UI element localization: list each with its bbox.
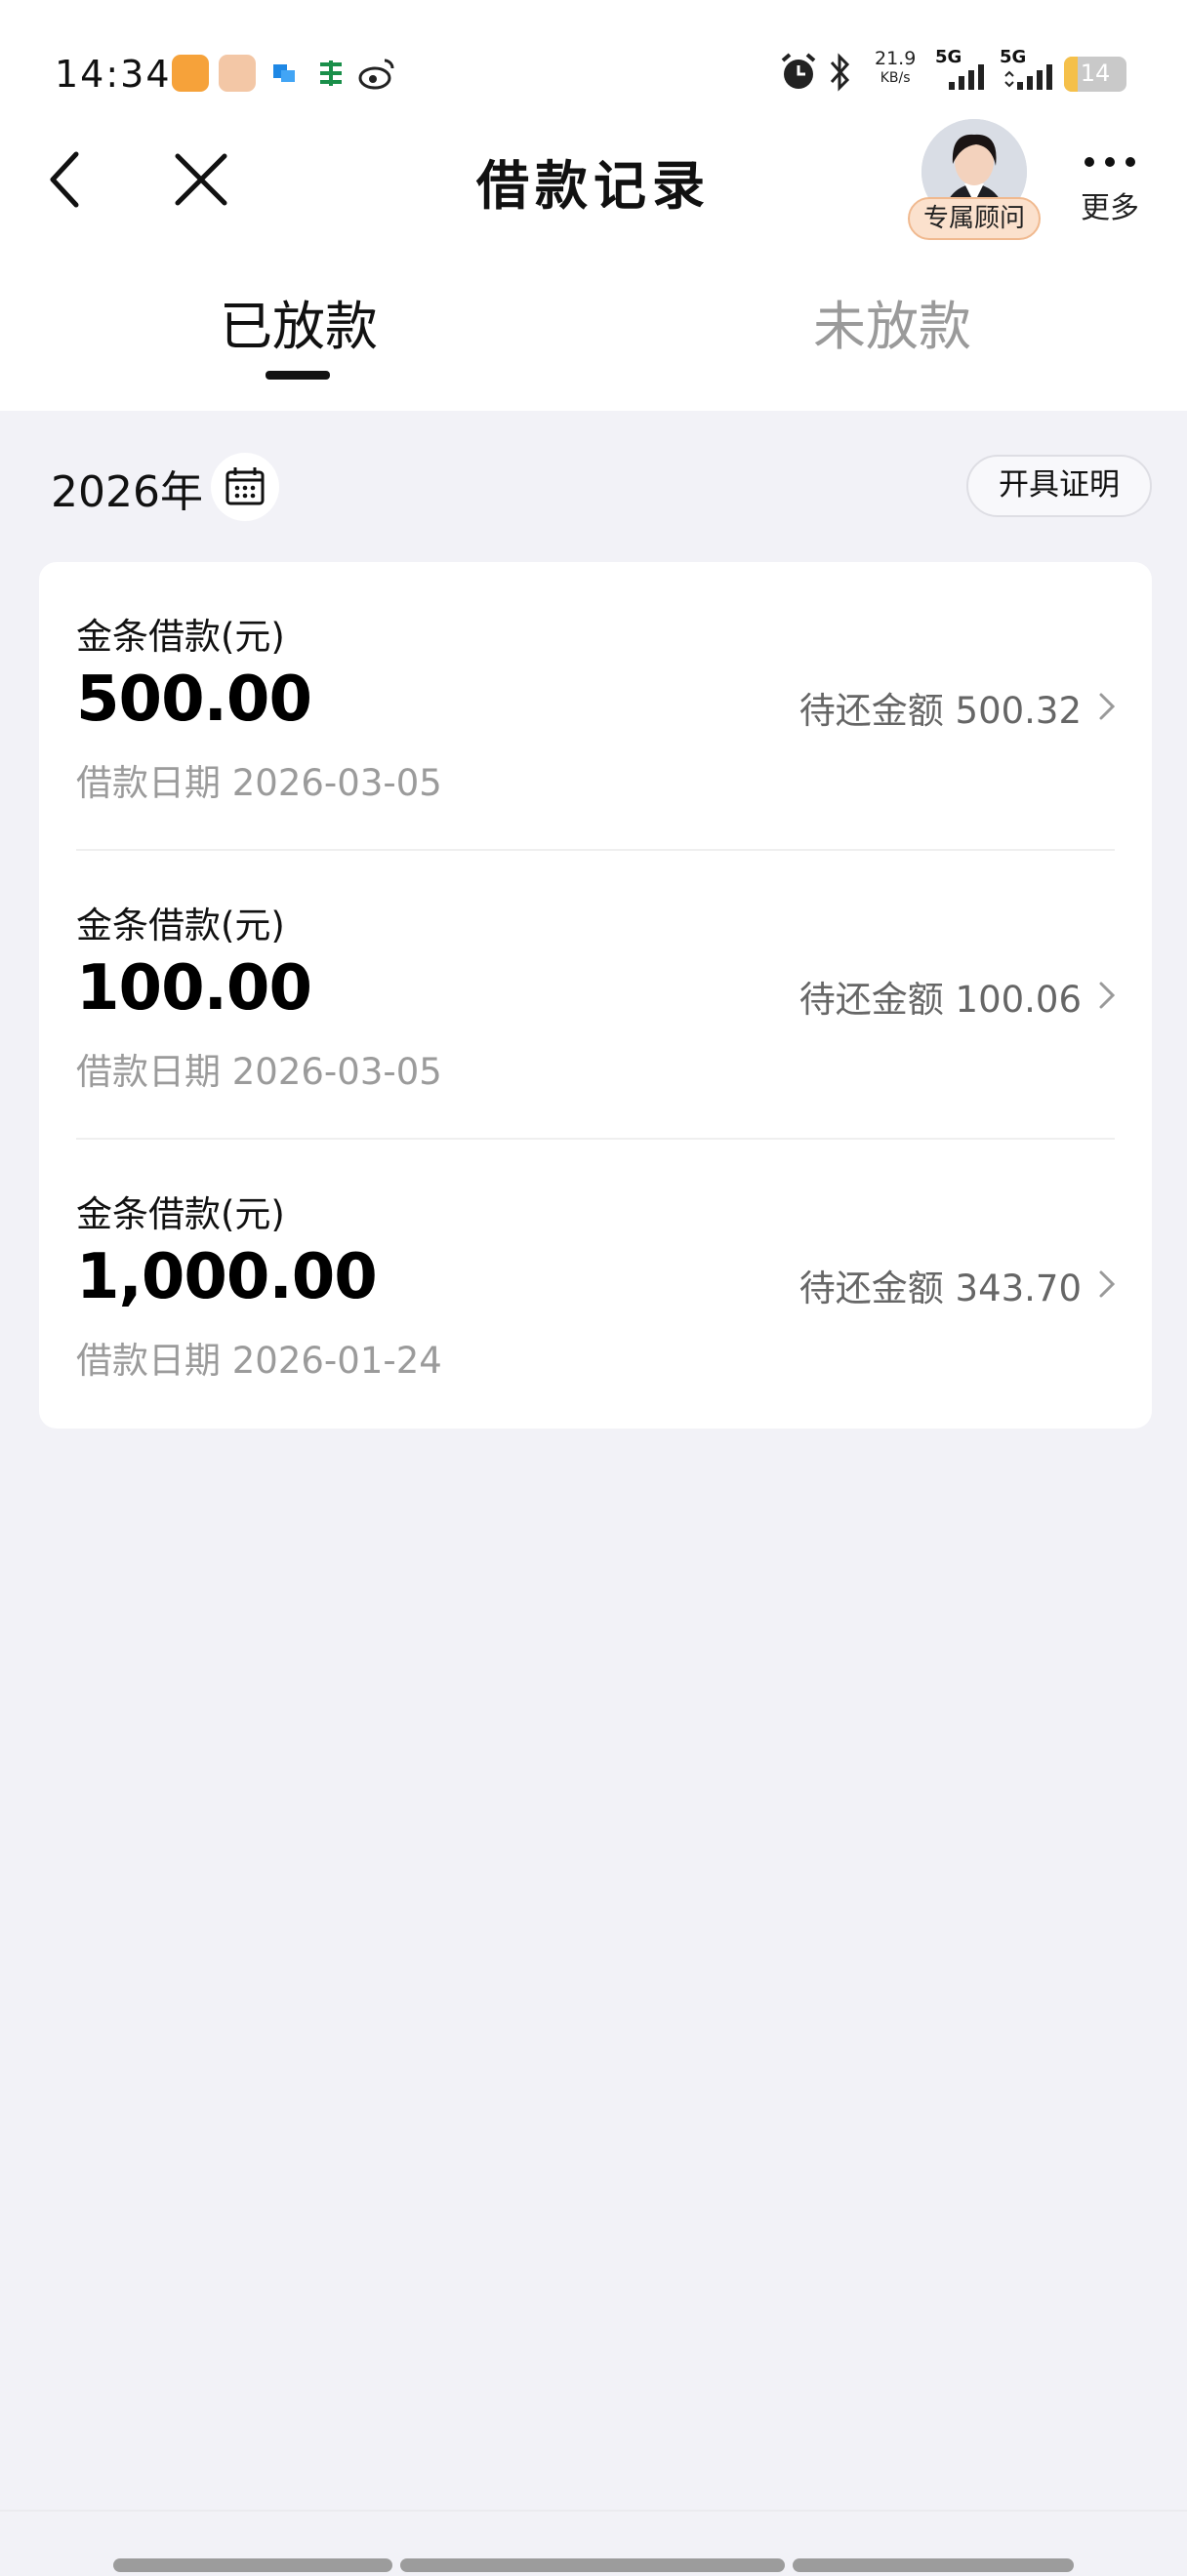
loan-amount: 1,000.00	[76, 1241, 378, 1313]
app-notification-icon	[172, 55, 209, 92]
loan-record[interactable]: 金条借款(元) 500.00 借款日期 2026-03-05 待还金额 500.…	[39, 562, 1152, 851]
gesture-bar-segment	[793, 2558, 1074, 2572]
navigation-bar: 借款记录 专属顾问 更多	[0, 117, 1187, 254]
app-notification-icon	[312, 55, 349, 92]
loan-product: 金条借款(元)	[76, 616, 285, 658]
loan-record[interactable]: 金条借款(元) 1,000.00 借款日期 2026-01-24 待还金额 34…	[39, 1140, 1152, 1429]
status-bar: 14:34 21.9 KB/s 5G 5G 14	[0, 39, 1187, 107]
loan-amount: 500.00	[76, 664, 312, 736]
network-speed-value: 21.9	[875, 48, 917, 69]
network-speed-unit: KB/s	[880, 70, 911, 86]
loan-record[interactable]: 金条借款(元) 100.00 借款日期 2026-03-05 待还金额 100.…	[39, 851, 1152, 1140]
network-speed: 21.9 KB/s	[875, 49, 916, 88]
loan-date: 借款日期 2026-03-05	[76, 762, 442, 804]
issue-certificate-button[interactable]: 开具证明	[966, 455, 1152, 517]
weibo-icon	[357, 55, 394, 92]
more-label: 更多	[1081, 191, 1139, 225]
more-button[interactable]: 更多	[1066, 146, 1154, 244]
bluetooth-icon	[826, 51, 855, 98]
loan-date: 借款日期 2026-03-05	[76, 1051, 442, 1093]
calendar-icon	[225, 467, 265, 505]
alarm-icon	[777, 51, 820, 98]
chevron-right-icon	[1095, 976, 1119, 1015]
tab-not-disbursed[interactable]: 未放款	[697, 283, 1087, 360]
battery-percent: 14	[1080, 60, 1111, 87]
signal-icon	[1002, 51, 1058, 98]
loan-product: 金条借款(元)	[76, 905, 285, 946]
chevron-right-icon	[1095, 687, 1119, 726]
app-notification-icon	[266, 55, 303, 92]
year-filter-row: 2026年 开具证明	[0, 449, 1187, 527]
calendar-button[interactable]	[211, 453, 279, 521]
app-notification-icon	[219, 55, 256, 92]
outstanding-amount: 待还金额 343.70	[798, 1268, 1082, 1309]
gesture-navigation-bar[interactable]	[0, 2508, 1187, 2576]
status-time: 14:34	[55, 53, 172, 96]
active-tab-indicator	[266, 371, 330, 380]
outstanding-amount: 待还金额 100.06	[798, 979, 1082, 1021]
signal-icon	[947, 51, 992, 98]
advisor-label: 专属顾问	[908, 197, 1041, 240]
tab-disbursed[interactable]: 已放款	[103, 283, 494, 360]
advisor-button[interactable]: 专属顾问	[908, 119, 1041, 242]
tab-bar: 已放款 未放款	[0, 273, 1187, 390]
battery-icon: 14	[1064, 57, 1126, 92]
loan-amount: 100.00	[76, 952, 312, 1025]
loan-product: 金条借款(元)	[76, 1193, 285, 1235]
gesture-bar-segment	[113, 2558, 392, 2572]
loan-date: 借款日期 2026-01-24	[76, 1340, 442, 1382]
outstanding-amount: 待还金额 500.32	[798, 690, 1082, 732]
more-icon	[1066, 146, 1154, 176]
gesture-bar-segment	[400, 2558, 785, 2572]
loan-list-card: 金条借款(元) 500.00 借款日期 2026-03-05 待还金额 500.…	[39, 562, 1152, 1429]
year-label: 2026年	[51, 467, 203, 517]
chevron-right-icon	[1095, 1265, 1119, 1304]
